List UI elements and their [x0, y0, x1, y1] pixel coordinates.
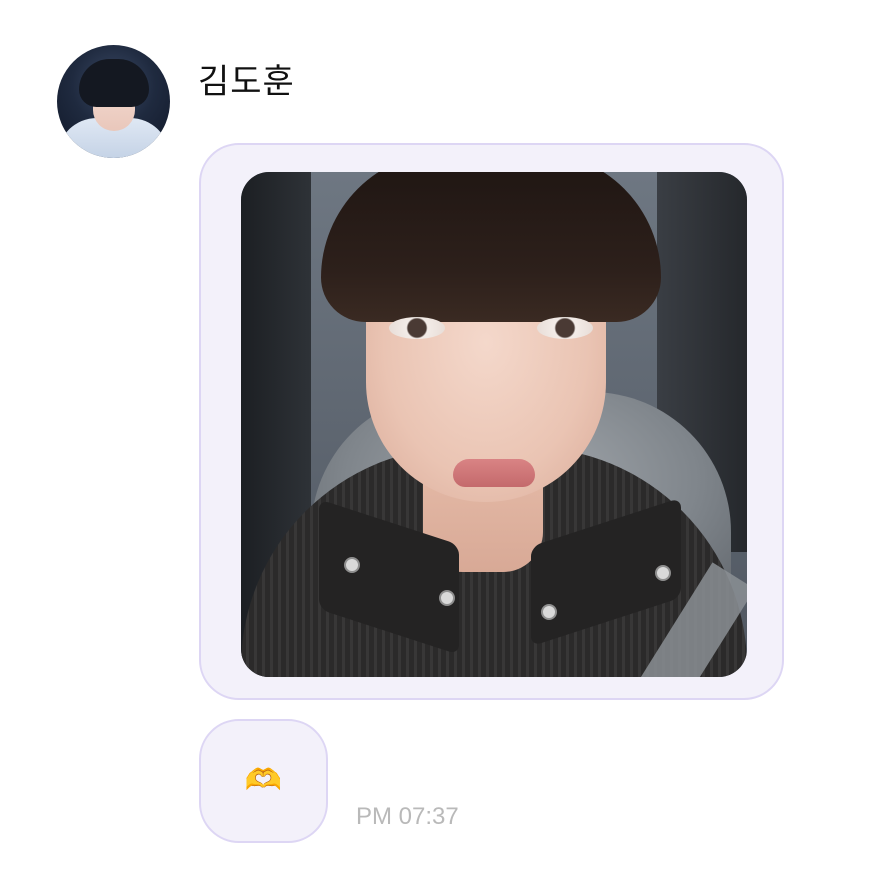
selfie-photo[interactable] [241, 172, 747, 677]
sender-name: 김도훈 [198, 62, 295, 102]
photo-grommet [541, 604, 557, 620]
photo-grommet [344, 557, 360, 573]
chat-message-view: 김도훈 🫶 PM 07:37 [0, 0, 893, 893]
heart-hands-emoji-icon: 🫶 [244, 763, 283, 798]
photo-lips [453, 459, 535, 487]
message-timestamp: PM 07:37 [356, 803, 459, 830]
photo-left-eye [389, 317, 445, 339]
photo-grommet [655, 565, 671, 581]
avatar-hair [79, 59, 149, 107]
photo-grommet [439, 590, 455, 606]
photo-hair [321, 172, 661, 322]
emoji-message-bubble[interactable]: 🫶 [199, 719, 328, 843]
sender-avatar[interactable] [57, 45, 170, 158]
photo-right-eye [537, 317, 593, 339]
photo-message-bubble[interactable] [199, 143, 784, 700]
